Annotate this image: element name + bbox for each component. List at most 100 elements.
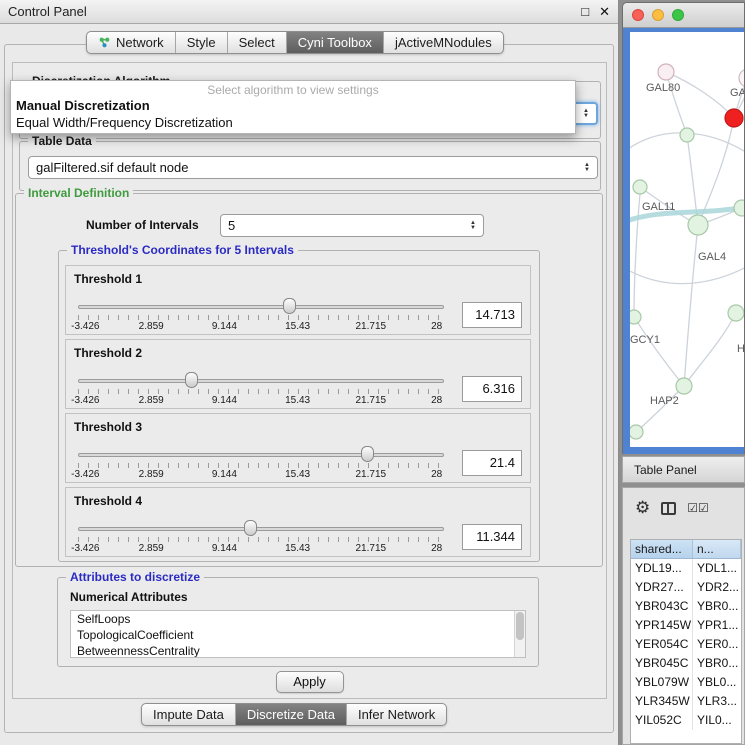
number-of-intervals-value: 5 [228,218,235,233]
threshold-3-value-field[interactable]: 21.4 [462,450,522,476]
node-label-hap2: HAP2 [650,395,679,407]
columns-icon[interactable] [661,502,676,515]
network-node[interactable] [734,200,744,216]
network-node[interactable] [688,215,708,235]
table-row: YIL052C YIL0... [631,711,741,730]
network-node[interactable] [630,310,641,324]
table-row: YBR043C YBR0... [631,597,741,616]
threshold-1-slider[interactable]: -3.426 2.859 9.144 15.43 21.715 28 [78,298,444,334]
threshold-4-slider[interactable]: -3.426 2.859 9.144 21.715 15.43 28 [78,520,444,556]
network-node[interactable] [676,378,692,394]
tab-network-label: Network [116,35,164,50]
threshold-4-thumb[interactable] [244,520,257,536]
table-row: YER054C YER0... [631,635,741,654]
tab-style[interactable]: Style [176,32,228,53]
slider-ticks [78,315,444,320]
table-row: YBL079W YBL0... [631,673,741,692]
table-cell[interactable]: YBR045C [631,654,693,673]
table-cell[interactable]: YER0... [693,635,741,654]
network-node[interactable] [739,69,744,87]
list-scrollbar[interactable] [514,611,525,657]
popup-item-equal-width-frequency[interactable]: Equal Width/Frequency Discretization [11,114,575,131]
column-header-shared-name[interactable]: shared... [631,540,693,558]
threshold-1-value-field[interactable]: 14.713 [462,302,522,328]
network-node[interactable] [658,64,674,80]
number-of-intervals-combobox[interactable]: 5 ▲▼ [220,214,484,237]
slider-track[interactable] [78,305,444,309]
tab-select[interactable]: Select [228,32,287,53]
popup-item-manual-discretization[interactable]: Manual Discretization [11,97,575,114]
list-item[interactable]: BetweennessCentrality [71,643,525,658]
table-cell[interactable]: YLR345W [631,692,693,711]
table-cell[interactable]: YER054C [631,635,693,654]
list-item[interactable]: TopologicalCoefficient [71,627,525,643]
table-cell[interactable]: YIL0... [693,711,741,730]
network-window-titlebar[interactable] [623,3,744,28]
tab-infer-network[interactable]: Infer Network [347,704,446,725]
tab-impute-data[interactable]: Impute Data [142,704,236,725]
slider-axis-labels: -3.426 2.859 9.144 15.43 21.715 28 [78,395,444,407]
gear-icon[interactable]: ⚙ [635,499,650,517]
slider-track[interactable] [78,453,444,457]
number-of-intervals-label: Number of Intervals [86,218,199,232]
close-traffic-light-icon[interactable] [632,9,644,21]
tab-jactivemnodules[interactable]: jActiveMNodules [384,32,503,53]
list-item[interactable]: SelfLoops [71,611,525,627]
threshold-2-value-field[interactable]: 6.316 [462,376,522,402]
select-columns-checkboxes-icon[interactable]: ☑☑ [687,501,709,515]
table-cell[interactable]: YDL1... [693,559,741,578]
table-row: YBR045C YBR0... [631,654,741,673]
table-toolbar: ⚙ ☑☑ [635,498,709,518]
close-icon[interactable]: ✕ [599,4,610,20]
combo-arrows-icon: ▲▼ [464,221,476,231]
scrollbar-thumb[interactable] [516,612,524,640]
selected-network-node[interactable] [725,109,743,127]
table-panel-titlebar[interactable]: Table Panel [622,456,745,483]
table-cell[interactable]: YBL079W [631,673,693,692]
threshold-1-thumb[interactable] [283,298,296,314]
network-node[interactable] [728,305,744,321]
zoom-traffic-light-icon[interactable] [672,9,684,21]
slider-axis-labels: -3.426 2.859 9.144 21.715 15.43 28 [78,543,444,555]
threshold-2-thumb[interactable] [185,372,198,388]
threshold-2-panel: Threshold 2 -3.426 2.859 9.144 15.43 21.… [65,339,531,409]
slider-track[interactable] [78,379,444,383]
threshold-2-slider[interactable]: -3.426 2.859 9.144 15.43 21.715 28 [78,372,444,408]
node-label-gcy1: GCY1 [630,334,660,346]
threshold-2-label: Threshold 2 [74,346,142,360]
tab-discretize-data[interactable]: Discretize Data [236,704,347,725]
thresholds-group-title: Threshold's Coordinates for 5 Intervals [67,243,298,257]
table-cell[interactable]: YBL0... [693,673,741,692]
table-data-selected-value: galFiltered.sif default node [36,160,188,175]
table-cell[interactable]: YIL052C [631,711,693,730]
network-canvas[interactable]: GAL80 GA GAL11 GAL4 GCY1 H HAP2 [630,32,744,447]
network-node[interactable] [633,180,647,194]
slider-track[interactable] [78,527,444,531]
table-cell[interactable]: YBR0... [693,654,741,673]
table-cell[interactable]: YPR145W [631,616,693,635]
minimize-traffic-light-icon[interactable] [652,9,664,21]
table-cell[interactable]: YBR0... [693,597,741,616]
network-node[interactable] [680,128,694,142]
table-data-combobox[interactable]: galFiltered.sif default node ▲▼ [28,156,598,179]
network-view-window: GAL80 GA GAL11 GAL4 GCY1 H HAP2 [622,2,745,454]
table-row: YLR345W YLR3... [631,692,741,711]
table-cell[interactable]: YDR2... [693,578,741,597]
threshold-3-slider[interactable]: -3.426 2.859 9.144 15.43 21.715 28 [78,446,444,482]
combo-arrows-icon: ▲▼ [578,163,590,173]
table-cell[interactable]: YDL19... [631,559,693,578]
threshold-3-thumb[interactable] [361,446,374,462]
float-window-icon[interactable]: □ [581,4,589,19]
tab-network[interactable]: Network [87,32,176,53]
network-node[interactable] [630,425,643,439]
table-cell[interactable]: YBR043C [631,597,693,616]
node-label-gal80: GAL80 [646,82,680,94]
threshold-4-value-field[interactable]: 11.344 [462,524,522,550]
table-cell[interactable]: YLR3... [693,692,741,711]
apply-button[interactable]: Apply [276,671,344,693]
table-cell[interactable]: YDR27... [631,578,693,597]
column-header-name[interactable]: n... [693,540,741,558]
tab-cyni-toolbox[interactable]: Cyni Toolbox [287,32,384,53]
table-cell[interactable]: YPR1... [693,616,741,635]
table-data-title: Table Data [28,134,96,148]
